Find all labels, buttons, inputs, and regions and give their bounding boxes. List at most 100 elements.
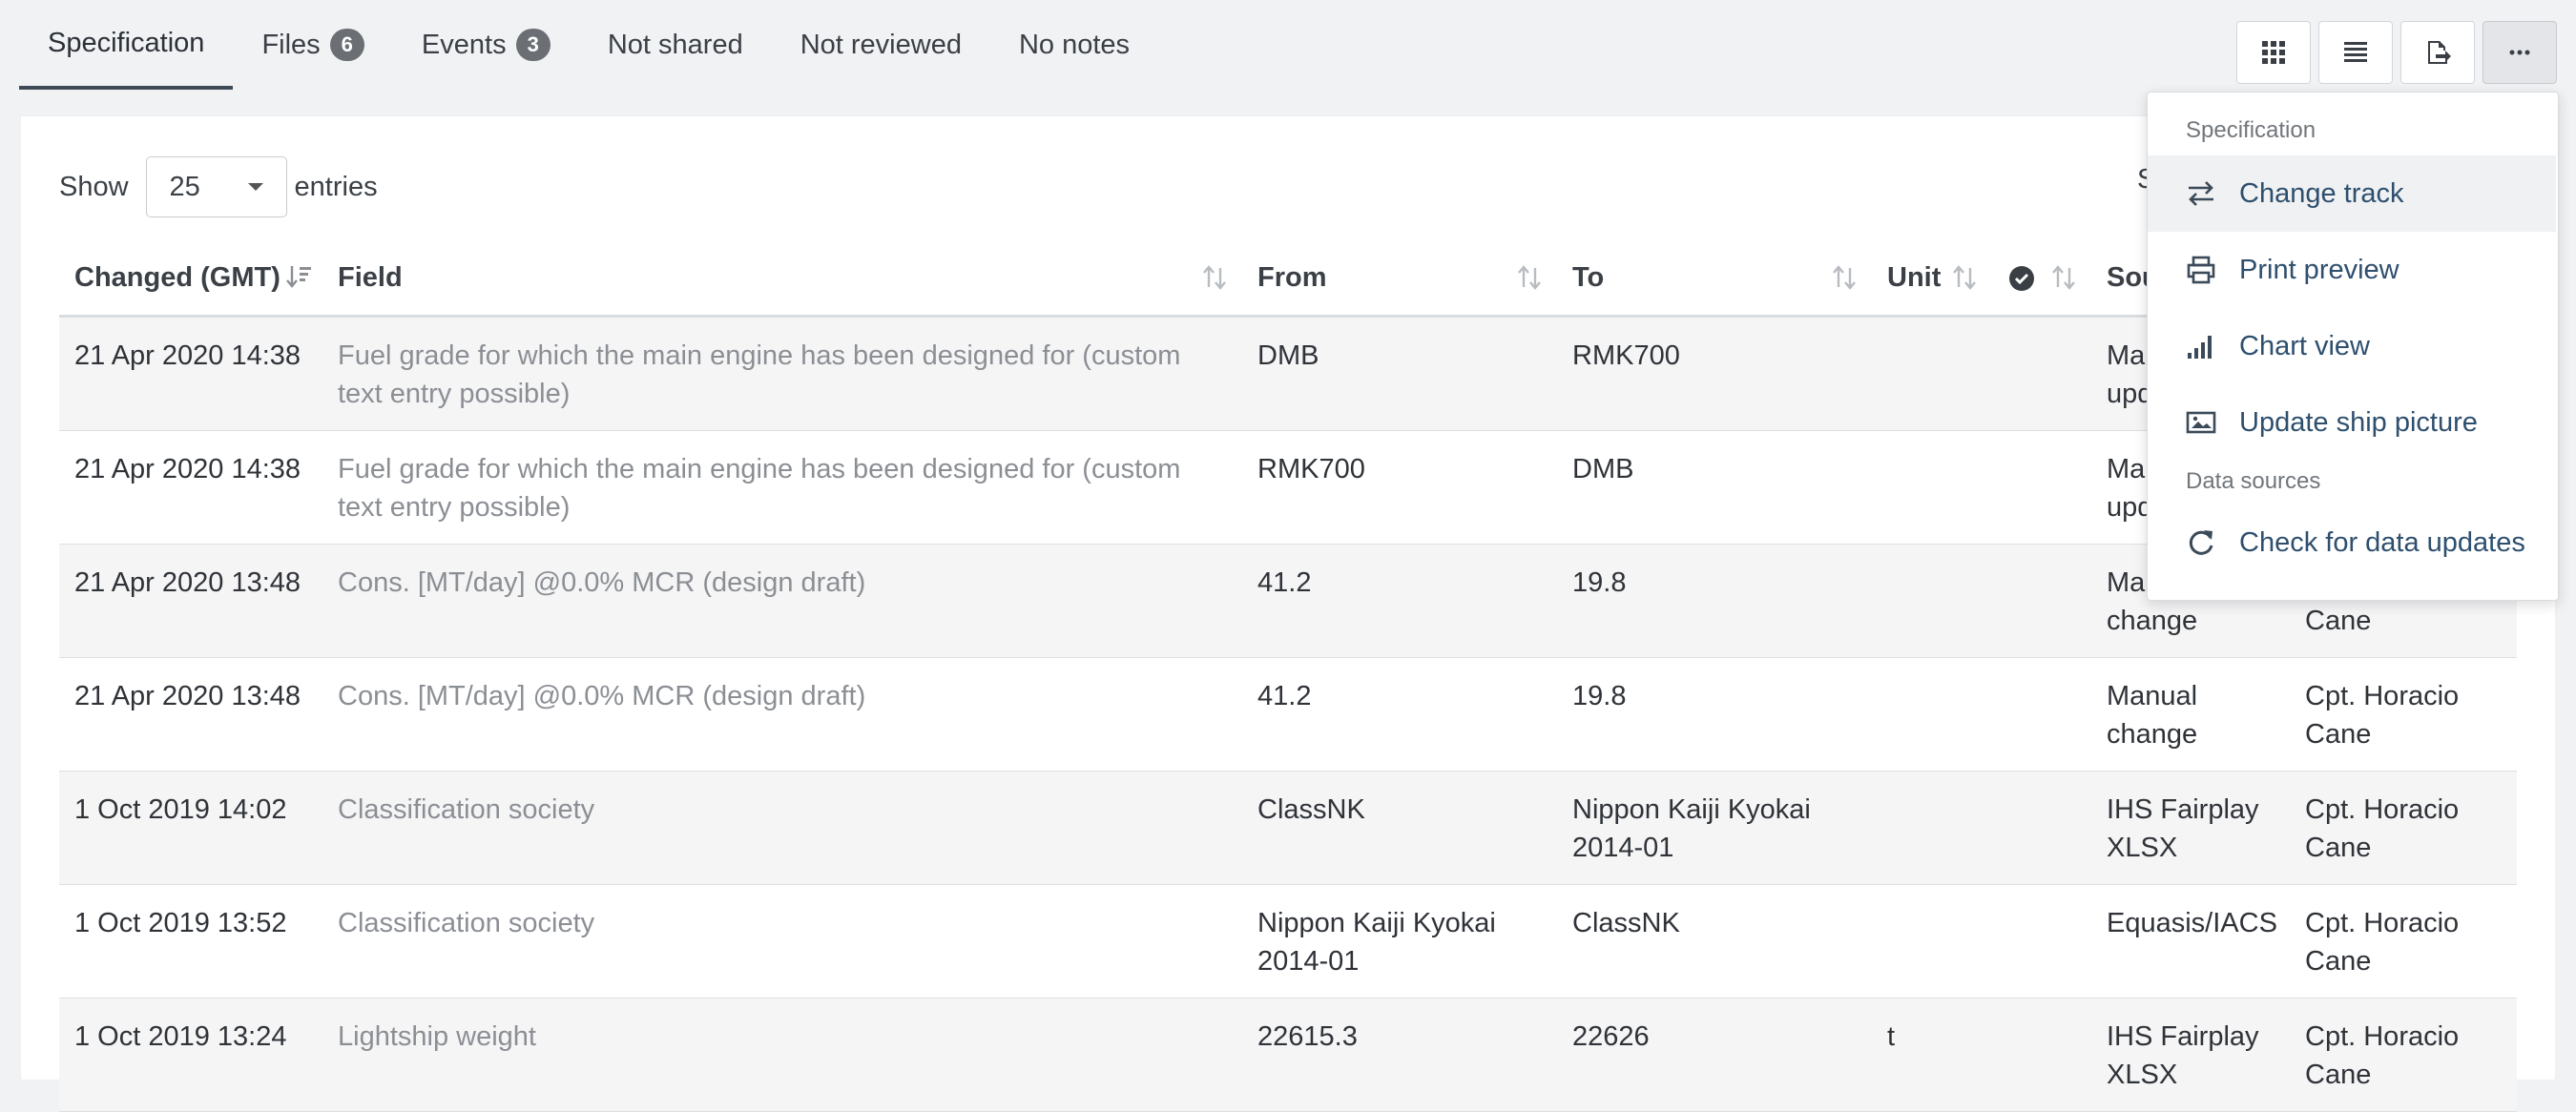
cell-to: DMB bbox=[1557, 430, 1872, 545]
tab-label: No notes bbox=[1018, 29, 1131, 60]
cell-user: Cpt. Horacio Cane bbox=[2290, 771, 2517, 885]
menu-item-label: Change track bbox=[2239, 177, 2404, 209]
cell-verified bbox=[1992, 771, 2091, 885]
cell-source: IHS Fairplay XLSX bbox=[2091, 771, 2290, 885]
list-icon bbox=[2344, 42, 2367, 62]
show-label: Show bbox=[59, 171, 129, 202]
grid-view-button[interactable] bbox=[2236, 21, 2311, 84]
cell-changed: 1 Oct 2019 14:02 bbox=[59, 771, 322, 885]
cell-verified bbox=[1992, 657, 2091, 772]
cell-changed: 21 Apr 2020 13:48 bbox=[59, 544, 322, 658]
cell-verified bbox=[1992, 430, 2091, 545]
table-row[interactable]: 1 Oct 2019 14:02 Classification society Cl… bbox=[59, 771, 2517, 885]
cell-changed: 1 Oct 2019 13:52 bbox=[59, 884, 322, 999]
table-row[interactable]: 21 Apr 2020 13:48 Cons. [MT/day] @0.0% MC… bbox=[59, 657, 2517, 772]
cell-unit: t bbox=[1872, 998, 1992, 1112]
sort-icon bbox=[1518, 265, 1541, 290]
column-header-verified[interactable] bbox=[1992, 240, 2091, 318]
page-length-control: Show 25 entries bbox=[59, 156, 378, 217]
sort-desc-icon bbox=[286, 266, 311, 288]
cell-unit bbox=[1872, 884, 1992, 999]
menu-section-header: Specification bbox=[2186, 117, 2316, 143]
caret-down-icon bbox=[247, 183, 263, 191]
cell-field: Classification society bbox=[322, 771, 1242, 885]
menu-item-check-data-updates[interactable]: Check for data updates bbox=[2148, 505, 2556, 581]
column-header-changed[interactable]: Changed (GMT) bbox=[59, 240, 322, 318]
tab-no-notes[interactable]: No notes bbox=[990, 0, 1158, 90]
events-count-badge: 3 bbox=[515, 29, 551, 61]
menu-item-update-ship-picture[interactable]: Update ship picture bbox=[2148, 384, 2556, 461]
column-header-field[interactable]: Field bbox=[322, 240, 1242, 318]
more-options-button[interactable] bbox=[2483, 21, 2557, 84]
swap-icon bbox=[2189, 181, 2213, 206]
column-header-unit[interactable]: Unit bbox=[1872, 240, 1992, 318]
entries-label: entries bbox=[294, 171, 378, 202]
cell-from: RMK700 bbox=[1242, 430, 1557, 545]
cell-to: 19.8 bbox=[1557, 544, 1872, 658]
grid-icon bbox=[2262, 41, 2285, 64]
menu-item-change-track[interactable]: Change track bbox=[2148, 155, 2556, 232]
tab-events[interactable]: Events 3 bbox=[393, 0, 579, 90]
table-row[interactable]: 1 Oct 2019 13:52 Classification society Ni… bbox=[59, 884, 2517, 999]
more-options-menu: Specification Change track Print preview… bbox=[2147, 92, 2559, 601]
view-toolbar bbox=[2236, 21, 2557, 84]
tab-specification[interactable]: Specification bbox=[19, 0, 234, 90]
tab-label: Not reviewed bbox=[800, 29, 962, 60]
cell-user: Cpt. Horacio Cane bbox=[2290, 998, 2517, 1112]
tab-not-reviewed[interactable]: Not reviewed bbox=[772, 0, 990, 90]
menu-item-label: Check for data updates bbox=[2239, 526, 2525, 558]
cell-source: Equasis/IACS bbox=[2091, 884, 2290, 999]
sort-icon bbox=[1833, 265, 1856, 290]
menu-section-header: Data sources bbox=[2186, 468, 2321, 494]
cell-from: 41.2 bbox=[1242, 544, 1557, 658]
column-label: To bbox=[1572, 261, 1605, 293]
menu-item-label: Update ship picture bbox=[2239, 406, 2478, 438]
cell-changed: 21 Apr 2020 14:38 bbox=[59, 316, 322, 431]
cell-field: Fuel grade for which the main engine has… bbox=[322, 316, 1242, 431]
cell-verified bbox=[1992, 544, 2091, 658]
cell-field: Classification society bbox=[322, 884, 1242, 999]
menu-item-label: Print preview bbox=[2239, 254, 2399, 285]
printer-icon bbox=[2187, 256, 2215, 284]
table-row[interactable]: 1 Oct 2019 13:24 Lightship weight 22615.3 2… bbox=[59, 998, 2517, 1112]
cell-to: ClassNK bbox=[1557, 884, 1872, 999]
tab-label: Files bbox=[261, 29, 321, 60]
cell-field: Fuel grade for which the main engine has… bbox=[322, 430, 1242, 545]
tab-bar: Specification Files 6 Events 3 Not share… bbox=[19, 0, 1158, 90]
tab-label: Events bbox=[421, 29, 507, 60]
check-circle-icon bbox=[2009, 265, 2034, 291]
cell-changed: 1 Oct 2019 13:24 bbox=[59, 998, 322, 1112]
cell-to: 22626 bbox=[1557, 998, 1872, 1112]
list-view-button[interactable] bbox=[2318, 21, 2393, 84]
cell-changed: 21 Apr 2020 13:48 bbox=[59, 657, 322, 772]
sort-icon bbox=[2052, 265, 2075, 290]
tab-not-shared[interactable]: Not shared bbox=[579, 0, 772, 90]
cell-from: 22615.3 bbox=[1242, 998, 1557, 1112]
cell-verified bbox=[1992, 998, 2091, 1112]
menu-item-label: Chart view bbox=[2239, 330, 2370, 361]
refresh-icon bbox=[2189, 530, 2213, 555]
export-button[interactable] bbox=[2400, 21, 2475, 84]
cell-unit bbox=[1872, 771, 1992, 885]
cell-unit bbox=[1872, 544, 1992, 658]
column-header-from[interactable]: From bbox=[1242, 240, 1557, 318]
column-label: Field bbox=[338, 261, 403, 293]
cell-from: DMB bbox=[1242, 316, 1557, 431]
cell-source: IHS Fairplay XLSX bbox=[2091, 998, 2290, 1112]
cell-user: Cpt. Horacio Cane bbox=[2290, 884, 2517, 999]
column-label: Unit bbox=[1887, 261, 1942, 293]
tab-files[interactable]: Files 6 bbox=[233, 0, 392, 90]
menu-item-chart-view[interactable]: Chart view bbox=[2148, 308, 2556, 384]
column-header-to[interactable]: To bbox=[1557, 240, 1872, 318]
cell-to: 19.8 bbox=[1557, 657, 1872, 772]
tab-label: Specification bbox=[48, 27, 205, 58]
sort-icon bbox=[1203, 265, 1226, 290]
cell-to: Nippon Kaiji Kyokai 2014-01 bbox=[1557, 771, 1872, 885]
cell-changed: 21 Apr 2020 14:38 bbox=[59, 430, 322, 545]
export-icon bbox=[2428, 41, 2451, 64]
tab-label: Not shared bbox=[607, 29, 743, 60]
cell-source: Manual change bbox=[2091, 657, 2290, 772]
column-label: From bbox=[1257, 261, 1327, 293]
menu-item-print-preview[interactable]: Print preview bbox=[2148, 232, 2556, 308]
page-length-select[interactable]: 25 bbox=[145, 156, 287, 217]
